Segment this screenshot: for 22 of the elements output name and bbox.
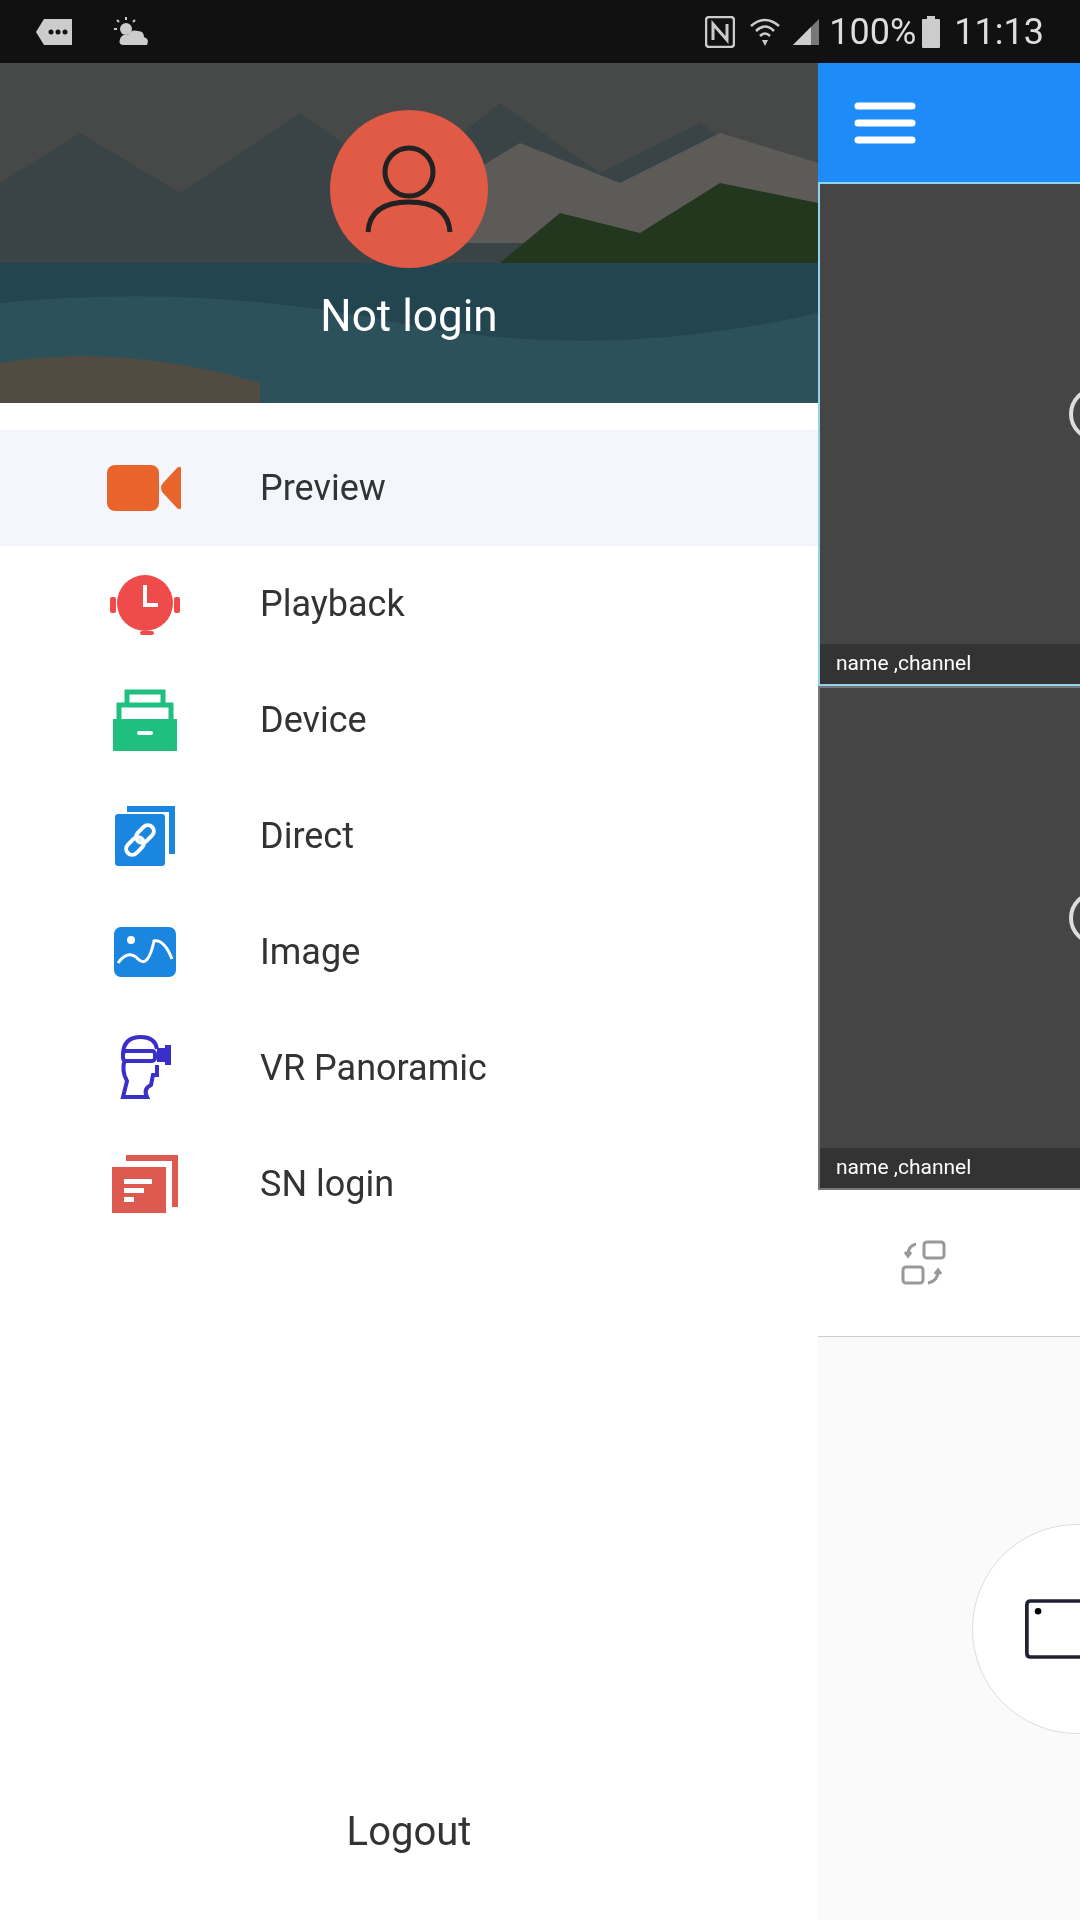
video-tile[interactable]: name ,channel: [818, 182, 1080, 686]
document-stack-icon: [112, 1155, 178, 1213]
screen-icon: [1025, 1599, 1080, 1659]
message-icon: [36, 18, 72, 45]
video-tile[interactable]: name ,channel: [818, 686, 1080, 1190]
nfc-icon: [705, 15, 736, 48]
tile-caption: name ,channel: [820, 644, 1080, 684]
avatar-icon: [330, 110, 488, 268]
battery-percentage: 100%: [829, 9, 917, 55]
image-icon: [114, 927, 176, 977]
swap-screens-icon[interactable]: [900, 1239, 948, 1287]
battery-icon: [922, 15, 941, 48]
drawer-menu-item[interactable]: Preview: [0, 430, 818, 546]
weather-icon: [114, 16, 150, 47]
menu-icon[interactable]: [854, 100, 916, 145]
video-camera-icon: [107, 465, 183, 511]
link-icon: [115, 806, 175, 866]
logout-button[interactable]: Logout: [346, 1802, 472, 1862]
user-name: Not login: [320, 294, 498, 338]
drawer-cabinet-icon: [113, 689, 177, 751]
clock-time: 11:13: [954, 9, 1044, 55]
tile-caption: name ,channel: [820, 1148, 1080, 1188]
